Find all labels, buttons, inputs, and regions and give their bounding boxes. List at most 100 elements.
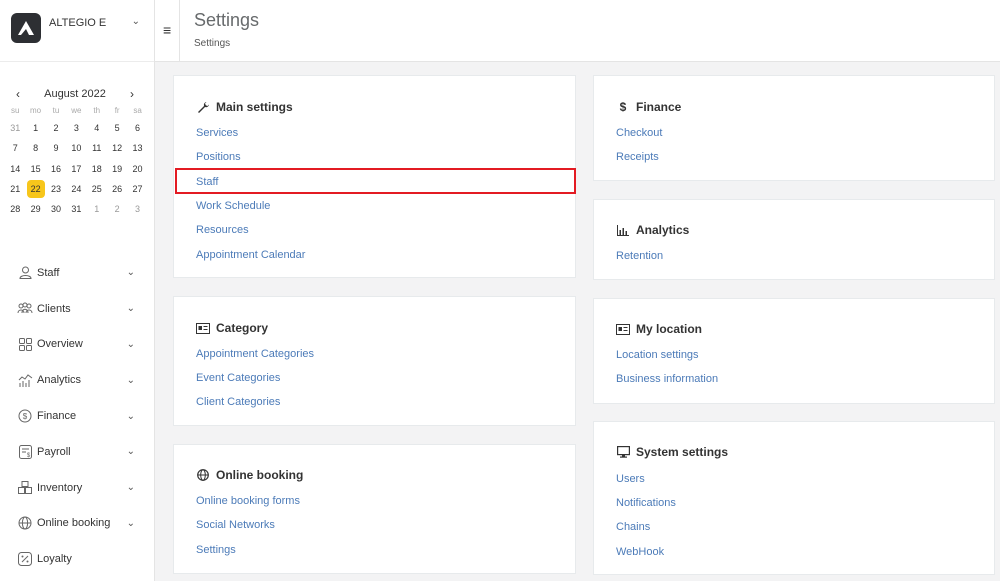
link-retention[interactable]: Retention <box>616 250 663 262</box>
menu-toggle-icon[interactable]: ≡ <box>163 22 171 38</box>
sidebar-item-online-booking[interactable]: Online booking ⌄ <box>0 506 155 542</box>
calendar-day[interactable]: 23 <box>46 179 66 199</box>
top-bar: ≡ Settings Settings <box>155 0 1000 62</box>
sidebar-item-loyalty[interactable]: Loyalty <box>0 541 155 577</box>
id-card-icon <box>616 323 630 335</box>
link-work-schedule[interactable]: Work Schedule <box>196 200 270 212</box>
calendar-day[interactable]: 1 <box>25 118 45 138</box>
link-checkout[interactable]: Checkout <box>616 127 662 139</box>
sidebar-item-clients[interactable]: Clients ⌄ <box>0 291 155 327</box>
calendar-day[interactable]: 2 <box>46 118 66 138</box>
sidebar-item-payroll[interactable]: $ Payroll ⌄ <box>0 434 155 470</box>
monitor-icon <box>616 446 630 458</box>
calendar-day[interactable]: 13 <box>127 138 147 158</box>
sidebar-item-finance[interactable]: $ Finance ⌄ <box>0 398 155 434</box>
calendar-day[interactable]: 19 <box>107 159 127 179</box>
calendar-day[interactable]: 20 <box>127 159 147 179</box>
calendar-day-today[interactable]: 22 <box>25 179 45 199</box>
calendar-day[interactable]: 3 <box>127 199 147 219</box>
sidebar-item-label: Payroll <box>37 445 71 458</box>
link-social-networks[interactable]: Social Networks <box>196 519 275 531</box>
calendar-day[interactable]: 14 <box>5 159 25 179</box>
person-icon <box>17 265 33 281</box>
link-client-categories[interactable]: Client Categories <box>196 396 280 408</box>
link-appointment-categories[interactable]: Appointment Categories <box>196 348 314 360</box>
id-card-icon <box>196 322 210 334</box>
link-webhook[interactable]: WebHook <box>616 546 664 558</box>
brand-switcher[interactable]: ALTEGIO E ⌄ <box>0 0 154 62</box>
chevron-down-icon: ⌄ <box>126 338 135 350</box>
link-event-categories[interactable]: Event Categories <box>196 372 280 384</box>
card-my-location-title: My location <box>616 322 702 336</box>
calendar-day[interactable]: 4 <box>87 118 107 138</box>
chevron-down-icon: ⌄ <box>126 374 135 386</box>
calendar-day[interactable]: 18 <box>87 159 107 179</box>
card-main-settings-title: Main settings <box>196 100 293 114</box>
chevron-down-icon: ⌄ <box>131 16 140 27</box>
link-users[interactable]: Users <box>616 473 645 485</box>
calendar-day[interactable]: 26 <box>107 179 127 199</box>
link-appointment-calendar[interactable]: Appointment Calendar <box>196 249 305 261</box>
sidebar-item-overview[interactable]: Overview ⌄ <box>0 327 155 363</box>
link-booking-settings[interactable]: Settings <box>196 544 236 556</box>
sidebar-item-inventory[interactable]: Inventory ⌄ <box>0 470 155 506</box>
card-title-text: My location <box>636 322 703 336</box>
calendar-day[interactable]: 5 <box>107 118 127 138</box>
loyalty-icon <box>17 551 33 567</box>
sidebar-item-label: Overview <box>37 338 83 351</box>
calendar-month-label: August 2022 <box>44 88 106 100</box>
link-positions[interactable]: Positions <box>196 151 241 163</box>
calendar-day[interactable]: 6 <box>127 118 147 138</box>
link-resources[interactable]: Resources <box>196 224 249 236</box>
dollar-icon: $ <box>619 100 627 114</box>
calendar-day[interactable]: 29 <box>25 199 45 219</box>
calendar-day[interactable]: 25 <box>87 179 107 199</box>
card-my-location: My location Location settings Business i… <box>593 298 995 404</box>
link-business-information[interactable]: Business information <box>616 373 718 385</box>
brand-logo <box>11 13 41 43</box>
link-services[interactable]: Services <box>196 127 238 139</box>
calendar-day[interactable]: 31 <box>66 199 86 219</box>
svg-text:$: $ <box>23 412 28 421</box>
calendar-day[interactable]: 7 <box>5 138 25 158</box>
link-notifications[interactable]: Notifications <box>616 497 676 509</box>
link-location-settings[interactable]: Location settings <box>616 349 699 361</box>
calendar-day[interactable]: 17 <box>66 159 86 179</box>
header-divider <box>179 0 180 62</box>
calendar-day[interactable]: 24 <box>66 179 86 199</box>
sidebar-item-analytics[interactable]: Analytics ⌄ <box>0 362 155 398</box>
calendar-day[interactable]: 3 <box>66 118 86 138</box>
card-category-title: Category <box>196 321 268 335</box>
sidebar-item-label: Clients <box>37 302 71 315</box>
prev-month-button[interactable]: ‹ <box>16 87 20 101</box>
calendar-day[interactable]: 27 <box>127 179 147 199</box>
card-online-booking: Online booking Online booking forms Soci… <box>173 444 576 574</box>
calendar-day[interactable]: 9 <box>46 138 66 158</box>
chevron-down-icon: ⌄ <box>126 410 135 422</box>
calendar-day[interactable]: 16 <box>46 159 66 179</box>
calendar-day[interactable]: 31 <box>5 118 25 138</box>
next-month-button[interactable]: › <box>130 87 134 101</box>
weekday-label: th <box>93 106 101 115</box>
payroll-icon: $ <box>17 444 33 460</box>
calendar-day[interactable]: 15 <box>25 159 45 179</box>
calendar-day[interactable]: 8 <box>25 138 45 158</box>
bar-chart-icon <box>616 224 630 236</box>
link-receipts[interactable]: Receipts <box>616 151 659 163</box>
calendar-day[interactable]: 2 <box>107 199 127 219</box>
link-online-booking-forms[interactable]: Online booking forms <box>196 495 300 507</box>
calendar-day[interactable]: 11 <box>87 138 107 158</box>
calendar-day[interactable]: 10 <box>66 138 86 158</box>
calendar-day[interactable]: 21 <box>5 179 25 199</box>
mini-calendar: ‹ August 2022 › su mo tu we th fr sa 31 1 2 3 4 5 6 7 8… <box>0 86 154 219</box>
breadcrumb[interactable]: Settings <box>194 38 230 49</box>
calendar-day[interactable]: 28 <box>5 199 25 219</box>
card-system-settings: System settings Users Notifications Chai… <box>593 421 995 575</box>
card-finance: $ Finance Checkout Receipts <box>593 75 995 181</box>
calendar-day[interactable]: 12 <box>107 138 127 158</box>
calendar-day[interactable]: 30 <box>46 199 66 219</box>
sidebar-item-staff[interactable]: Staff ⌄ <box>0 255 155 291</box>
calendar-day[interactable]: 1 <box>87 199 107 219</box>
link-chains[interactable]: Chains <box>616 521 650 533</box>
sidebar: ALTEGIO E ⌄ ‹ August 2022 › su mo tu we th fr… <box>0 0 155 581</box>
